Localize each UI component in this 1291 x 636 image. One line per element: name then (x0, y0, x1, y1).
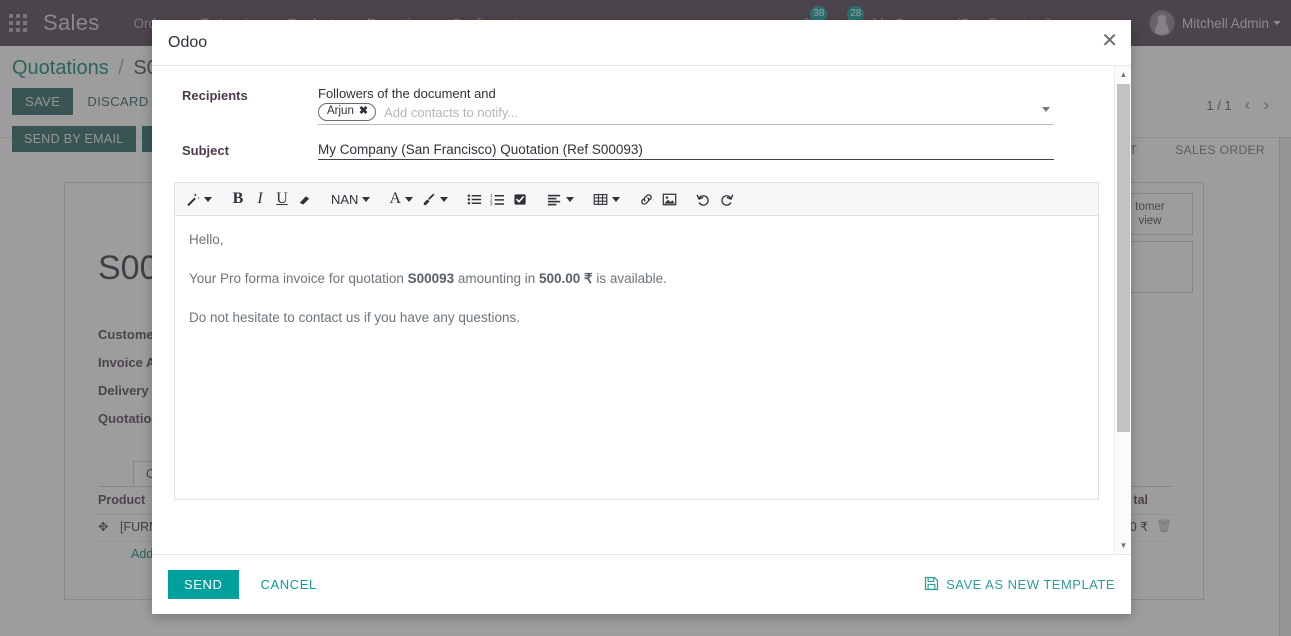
undo-icon[interactable] (692, 187, 715, 211)
strikethrough-icon[interactable] (293, 187, 316, 211)
send-button[interactable]: SEND (168, 570, 239, 599)
svg-text:3: 3 (490, 201, 493, 206)
recipients-placeholder: Add contacts to notify... (384, 104, 519, 120)
recipient-tag-label: Arjun (327, 105, 354, 117)
body-line-mid: amounting in (454, 271, 539, 286)
subject-row: Subject (168, 141, 1100, 160)
dialog-body-scrollbar[interactable]: ▲ ▼ (1114, 66, 1131, 554)
body-greeting: Hello, (189, 232, 224, 247)
scroll-down-arrow[interactable]: ▼ (1115, 537, 1131, 554)
recipients-label: Recipients (182, 88, 248, 103)
subject-label: Subject (182, 143, 229, 158)
body-closing: Do not hesitate to contact us if you hav… (189, 310, 520, 325)
numbered-list-icon[interactable]: 123 (486, 187, 509, 211)
scroll-up-arrow[interactable]: ▲ (1115, 66, 1131, 83)
body-amount: 500.00 ₹ (538, 271, 593, 286)
table-dropdown[interactable] (589, 187, 624, 211)
chevron-down-icon (362, 196, 371, 202)
editor-toolbar: B I U NAN A 1 2 3 (175, 183, 1098, 216)
body-line-post: is available. (592, 271, 667, 286)
redo-icon[interactable] (715, 187, 738, 211)
checklist-icon[interactable] (509, 187, 532, 211)
background-color-icon[interactable] (417, 187, 452, 211)
recipient-tag[interactable]: Arjun ✖ (318, 103, 377, 121)
mail-body-editor: B I U NAN A 1 2 3 Hello, Your Pro forma … (174, 182, 1099, 500)
chevron-down-icon (566, 196, 575, 202)
save-template-label: SAVE AS NEW TEMPLATE (946, 577, 1115, 592)
italic-icon[interactable]: I (249, 187, 271, 211)
font-color-icon[interactable]: A (385, 187, 417, 211)
bold-icon[interactable]: B (227, 187, 249, 211)
body-invoice-line: Your Pro forma invoice for quotation S00… (189, 270, 1084, 287)
subject-field (318, 141, 1100, 160)
magic-wand-icon[interactable] (181, 187, 216, 211)
subject-input[interactable] (318, 141, 1054, 160)
body-line-pre: Your Pro forma invoice for quotation (189, 271, 408, 286)
mail-body-content[interactable]: Hello, Your Pro forma invoice for quotat… (175, 216, 1098, 499)
bullet-list-icon[interactable] (463, 187, 486, 211)
chevron-down-icon (204, 196, 212, 202)
dialog-body: Recipients Followers of the document and… (152, 66, 1131, 554)
tag-remove-icon[interactable]: ✖ (359, 105, 368, 118)
close-icon[interactable]: ✕ (1101, 31, 1118, 51)
scrollbar-thumb[interactable] (1117, 84, 1130, 432)
recipients-input[interactable]: Arjun ✖ Add contacts to notify... (318, 103, 1054, 125)
align-dropdown[interactable] (543, 187, 578, 211)
chevron-down-icon[interactable] (1042, 107, 1050, 112)
dialog-title: Odoo (168, 33, 208, 51)
send-mail-dialog: Odoo ✕ Recipients Followers of the docum… (152, 20, 1131, 614)
floppy-save-icon (924, 576, 939, 594)
followers-text: Followers of the document and (318, 86, 496, 101)
recipients-field: Followers of the document and Arjun ✖ Ad… (318, 86, 1100, 125)
save-as-new-template-button[interactable]: SAVE AS NEW TEMPLATE (924, 576, 1115, 594)
font-size-value: NAN (331, 191, 359, 207)
dialog-footer: SEND CANCEL SAVE AS NEW TEMPLATE (152, 554, 1131, 614)
chevron-down-icon (405, 196, 414, 202)
link-icon[interactable] (635, 187, 658, 211)
body-quotation-ref: S00093 (407, 271, 455, 286)
font-size-dropdown[interactable]: NAN (327, 187, 374, 211)
chevron-down-icon (440, 196, 449, 202)
recipients-row: Recipients Followers of the document and… (168, 86, 1100, 125)
chevron-down-icon (612, 196, 621, 202)
image-icon[interactable] (658, 187, 681, 211)
underline-icon[interactable]: U (271, 187, 293, 211)
font-color-glyph: A (389, 190, 402, 207)
dialog-header: Odoo ✕ (152, 20, 1131, 66)
cancel-button[interactable]: CANCEL (261, 577, 317, 592)
